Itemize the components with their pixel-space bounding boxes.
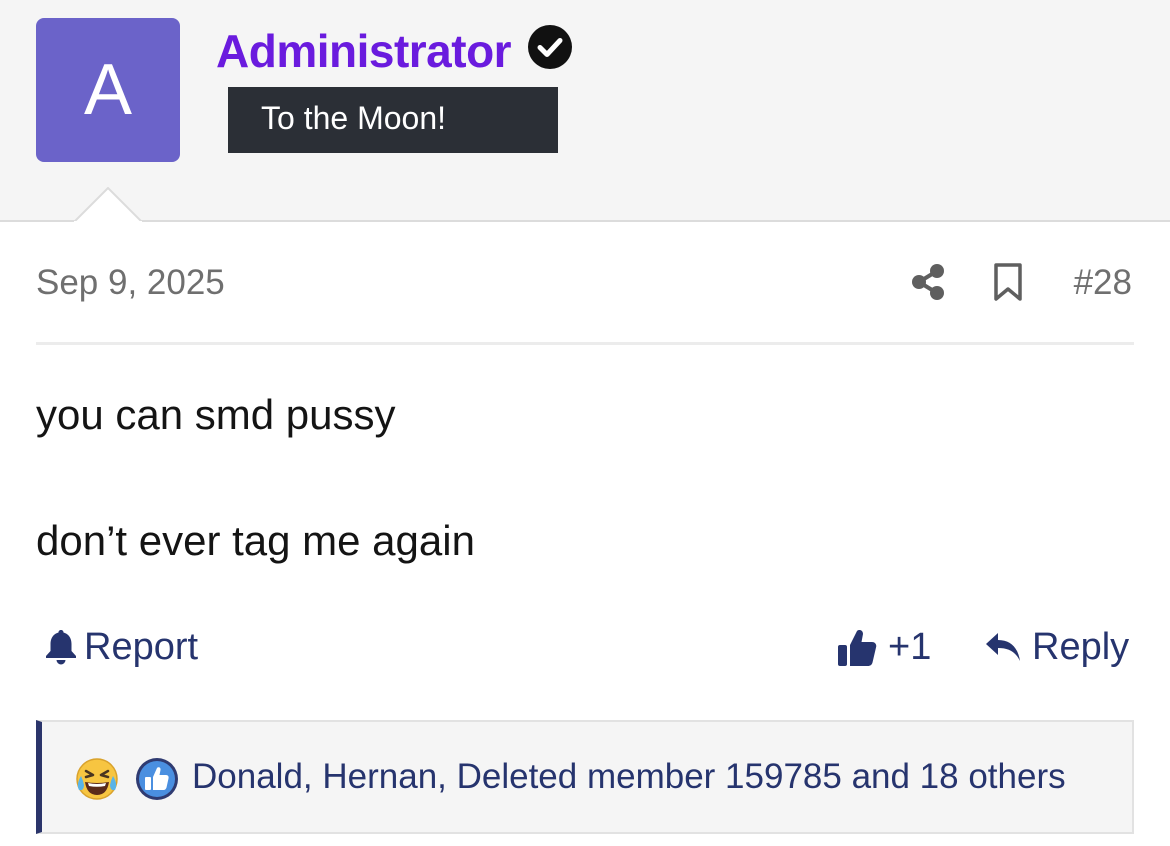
report-button[interactable]: Report (44, 622, 198, 672)
reply-label: Reply (1032, 626, 1130, 668)
reply-button[interactable]: Reply (984, 622, 1129, 672)
avatar[interactable]: A (36, 18, 180, 162)
like-button[interactable]: +1 (836, 622, 931, 672)
speech-pointer (74, 187, 142, 223)
like-reaction-icon (136, 758, 178, 800)
reactions-bar[interactable]: Donald, Hernan, Deleted member 159785 an… (36, 720, 1134, 834)
bell-icon (46, 630, 76, 665)
like-count: +1 (888, 626, 932, 668)
user-title-banner: To the Moon! (228, 87, 558, 153)
post-user-header: A Administrator To the Moon! (0, 0, 1170, 223)
reactions-summary[interactable]: Donald, Hernan, Deleted member 159785 an… (192, 754, 1066, 800)
username-link[interactable]: Administrator (216, 24, 512, 78)
share-icon[interactable] (910, 263, 946, 301)
divider (36, 342, 1134, 345)
forum-post: A Administrator To the Moon! Sep 9, 2025… (0, 0, 1170, 846)
thumbs-up-icon (838, 630, 877, 666)
reply-arrow-icon (986, 633, 1020, 661)
bookmark-icon[interactable] (992, 262, 1024, 302)
check-circle-icon (528, 25, 572, 69)
message-line: don’t ever tag me again (36, 517, 475, 564)
avatar-letter: A (83, 50, 133, 130)
post-number-link[interactable]: #28 (1074, 262, 1132, 304)
message-line: you can smd pussy (36, 391, 396, 438)
report-label: Report (84, 626, 199, 668)
laughing-crying-emoji-icon (76, 758, 118, 800)
post-date[interactable]: Sep 9, 2025 (36, 262, 225, 304)
user-title-text: To the Moon! (261, 100, 446, 136)
